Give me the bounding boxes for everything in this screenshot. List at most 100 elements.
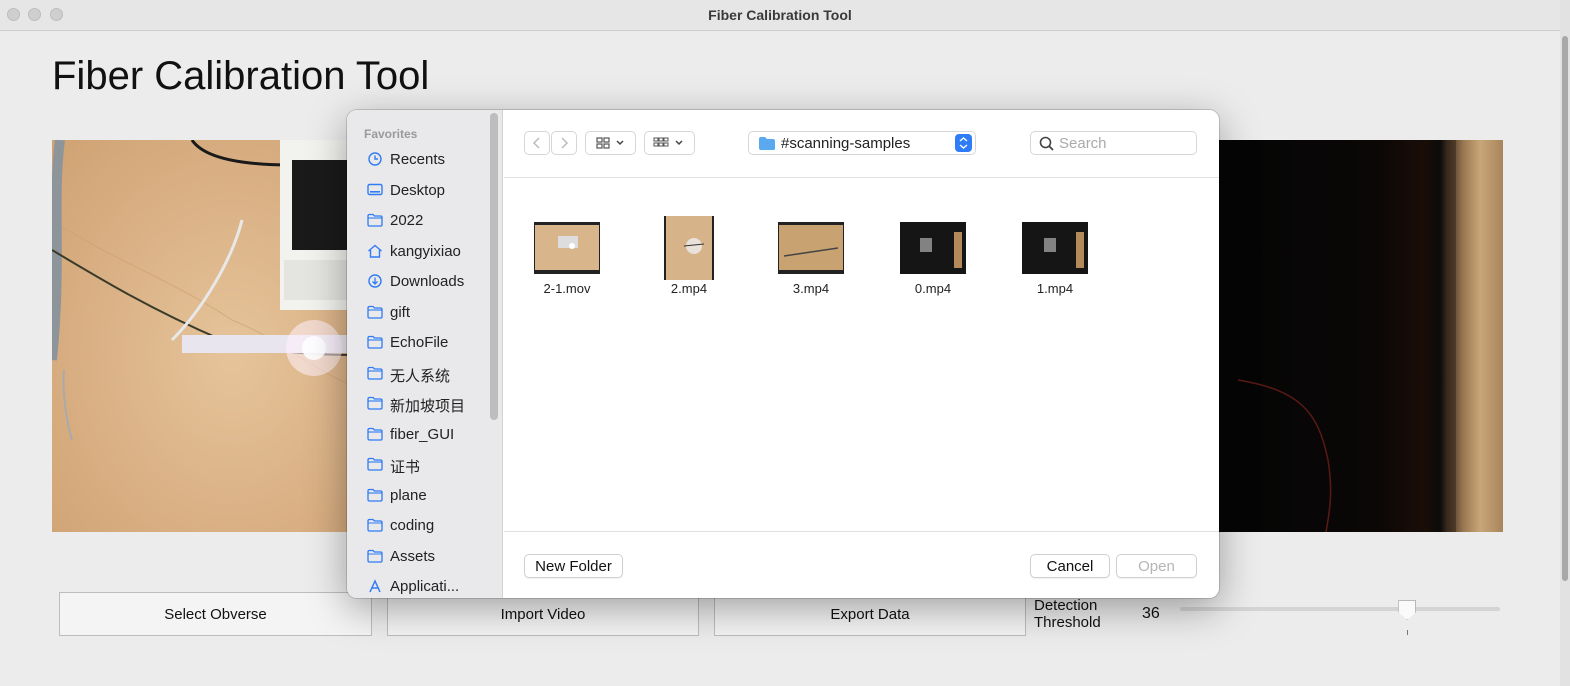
back-button[interactable] (524, 131, 550, 155)
sidebar-item-gift[interactable]: gift (347, 298, 489, 326)
sidebar-item-10[interactable]: 证书 (347, 450, 489, 478)
sidebar-item-label: Recents (390, 151, 446, 168)
folder-icon (367, 457, 383, 471)
sidebar-item-echofile[interactable]: EchoFile (347, 328, 489, 356)
file-name: 1.mp4 (1036, 281, 1074, 296)
sidebar-item-fiber-gui[interactable]: fiber_GUI (347, 420, 489, 448)
sidebar-item-coding[interactable]: coding (347, 511, 489, 539)
folder-icon (367, 427, 383, 441)
forward-button[interactable] (551, 131, 577, 155)
threshold-label-line1: Detection (1034, 597, 1098, 614)
search-input[interactable] (1059, 134, 1194, 152)
folder-icon (367, 488, 383, 502)
sidebar-scrollbar[interactable] (490, 113, 498, 420)
file-item[interactable]: 3.mp4 (756, 206, 866, 306)
sidebar-item-label: 新加坡项目 (390, 398, 466, 415)
sidebar-item-downloads[interactable]: Downloads (347, 267, 489, 295)
sidebar-item-label: Downloads (390, 273, 465, 290)
reverse-video-frame (1237, 140, 1456, 532)
reverse-video-preview (1218, 140, 1503, 532)
updown-chevron-icon (955, 134, 972, 152)
sidebar-item-label: fiber_GUI (390, 425, 455, 443)
home-icon (367, 244, 383, 258)
threshold-slider-knob[interactable] (1398, 600, 1417, 620)
sidebar-item-kangyixiao[interactable]: kangyixiao (347, 237, 489, 265)
sidebar-item-label: 2022 (390, 212, 424, 229)
file-item[interactable]: 1.mp4 (1000, 206, 1110, 306)
search-icon (1039, 136, 1054, 151)
applications-icon (367, 579, 383, 593)
sidebar-item-assets[interactable]: Assets (347, 542, 489, 570)
dialog-sidebar: Favorites Recents Desktop 2022 kangyixiao Do… (347, 110, 503, 598)
clock-icon (367, 152, 383, 166)
video-thumbnail (1022, 222, 1088, 274)
sidebar-item-applicati[interactable]: Applicati... (347, 572, 489, 598)
file-grid: 2-1.mov 2.mp4 3.mp4 0.mp4 1.mp4 (504, 179, 1219, 531)
file-item[interactable]: 2-1.mov (512, 206, 622, 306)
grid-view-icon (595, 137, 624, 149)
obverse-video-frame (52, 140, 352, 441)
folder-icon (367, 213, 383, 227)
sidebar-item-label: EchoFile (390, 334, 449, 351)
dialog-footer: New Folder Cancel Open (504, 531, 1219, 598)
cancel-button[interactable]: Cancel (1030, 554, 1110, 578)
desktop-icon (367, 183, 383, 197)
new-folder-button[interactable]: New Folder (524, 554, 623, 578)
sidebar-item-plane[interactable]: plane (347, 481, 489, 509)
file-item[interactable]: 2.mp4 (634, 206, 744, 306)
sidebar-item-label: 证书 (390, 459, 421, 476)
sidebar-section-favorites: Favorites (364, 127, 418, 141)
folder-icon (367, 549, 383, 563)
sidebar-item-label: kangyixiao (390, 242, 461, 260)
select-obverse-button[interactable]: Select Obverse (59, 592, 372, 636)
scrollbar-thumb[interactable] (1562, 36, 1568, 581)
dialog-toolbar: #scanning-samples (504, 110, 1219, 178)
download-icon (367, 274, 383, 288)
file-name: 3.mp4 (792, 281, 830, 296)
app-window: Fiber Calibration Tool Fiber Calibration… (0, 0, 1570, 686)
folder-icon (367, 305, 383, 319)
page-title: Fiber Calibration Tool (52, 54, 430, 98)
open-button[interactable]: Open (1116, 554, 1197, 578)
file-name: 2-1.mov (543, 281, 591, 296)
folder-icon (367, 396, 383, 410)
sidebar-item-7[interactable]: 无人系统 (347, 359, 489, 387)
sidebar-item-8[interactable]: 新加坡项目 (347, 389, 489, 417)
sidebar-item-label: Applicati... (390, 578, 460, 595)
file-name: 0.mp4 (914, 281, 952, 296)
sidebar-item-label: gift (390, 303, 411, 321)
chevron-right-icon (561, 137, 569, 149)
folder-icon (759, 137, 775, 150)
threshold-slider-track[interactable] (1180, 607, 1500, 611)
search-box[interactable] (1030, 131, 1197, 155)
video-thumbnail (778, 222, 844, 274)
view-mode-button[interactable] (585, 131, 636, 155)
video-thumbnail (664, 216, 714, 280)
threshold-value: 36 (1142, 605, 1160, 622)
group-view-icon (653, 137, 683, 147)
sidebar-item-label: Assets (390, 547, 436, 565)
import-video-button[interactable]: Import Video (387, 592, 699, 636)
sidebar-item-recents[interactable]: Recents (347, 145, 489, 173)
location-select[interactable]: #scanning-samples (748, 131, 976, 155)
open-file-dialog: Favorites Recents Desktop 2022 kangyixiao Do… (347, 110, 1219, 598)
window-title: Fiber Calibration Tool (708, 7, 852, 23)
sidebar-item-label: coding (390, 517, 435, 534)
title-bar: Fiber Calibration Tool (0, 0, 1560, 31)
file-name: 2.mp4 (670, 281, 708, 296)
video-thumbnail (534, 222, 600, 274)
threshold-label-line2: Threshold (1034, 614, 1101, 631)
file-item[interactable]: 0.mp4 (878, 206, 988, 306)
threshold-slider-tick (1407, 630, 1408, 635)
sidebar-item-2022[interactable]: 2022 (347, 206, 489, 234)
sidebar-item-label: 无人系统 (390, 367, 451, 385)
detection-threshold-label: Detection Threshold (1034, 597, 1101, 631)
sidebar-item-label: plane (390, 486, 427, 504)
folder-icon (367, 366, 383, 380)
sidebar-item-label: Desktop (390, 181, 446, 199)
group-mode-button[interactable] (644, 131, 695, 155)
window-scrollbar[interactable] (1560, 0, 1570, 686)
sidebar-item-desktop[interactable]: Desktop (347, 176, 489, 204)
export-data-button[interactable]: Export Data (714, 592, 1026, 636)
folder-icon (367, 335, 383, 349)
